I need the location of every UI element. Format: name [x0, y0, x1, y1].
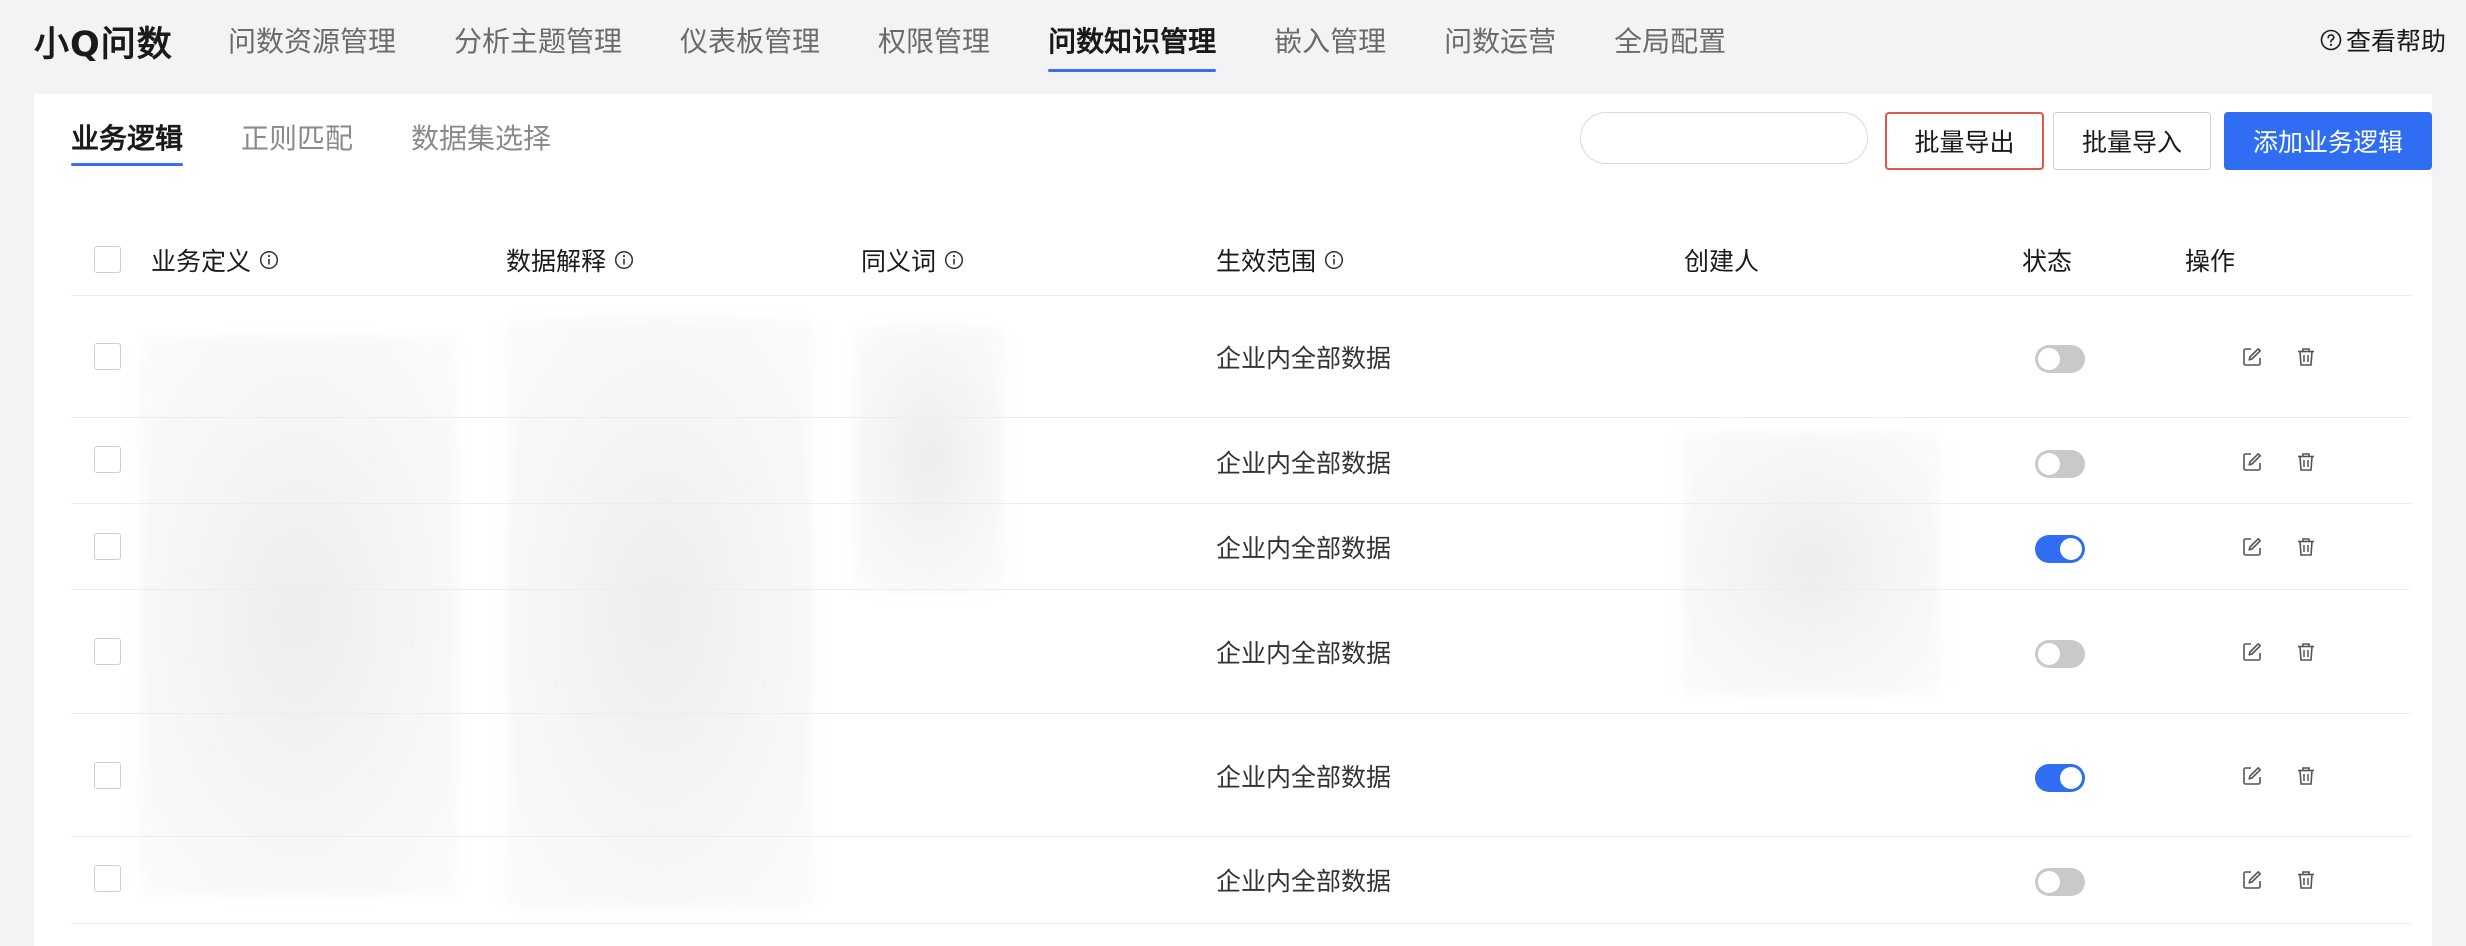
- app-logo-title: 小Q问数: [34, 25, 173, 65]
- info-icon[interactable]: [944, 250, 964, 270]
- column-label: 创建人: [1684, 247, 1760, 276]
- column-header-explanation: 数据解释: [506, 224, 634, 296]
- scope-cell: 企业内全部数据: [1216, 534, 1392, 563]
- scope-cell: 企业内全部数据: [1216, 867, 1392, 896]
- status-toggle[interactable]: [2035, 640, 2085, 668]
- business-logic-table: 业务定义 数据解释 同义词 生效范围 创建人 状态 操作 企业内全部数据 企业内…: [71, 224, 2411, 924]
- column-label: 状态: [2022, 247, 2073, 276]
- delete-icon[interactable]: [2293, 867, 2319, 893]
- top-navigation-bar: 小Q问数 问数资源管理 分析主题管理 仪表板管理 权限管理 问数知识管理 嵌入管…: [0, 0, 2466, 84]
- table-row: 企业内全部数据: [71, 837, 2411, 924]
- row-checkbox[interactable]: [94, 533, 121, 560]
- column-label: 操作: [2185, 247, 2236, 276]
- nav-item-dashboard[interactable]: 仪表板管理: [680, 0, 820, 84]
- table-row: 企业内全部数据: [71, 418, 2411, 504]
- tab-dataset-select[interactable]: 数据集选择: [411, 94, 551, 180]
- column-header-actions: 操作: [2185, 224, 2235, 296]
- delete-icon[interactable]: [2293, 639, 2319, 665]
- status-toggle[interactable]: [2035, 535, 2085, 563]
- table-row: 企业内全部数据: [71, 590, 2411, 714]
- column-label: 生效范围: [1216, 247, 1317, 276]
- info-icon[interactable]: [259, 250, 279, 270]
- table-row: 企业内全部数据: [71, 714, 2411, 837]
- status-toggle[interactable]: [2035, 764, 2085, 792]
- column-label: 数据解释: [506, 247, 607, 276]
- column-header-scope: 生效范围: [1216, 224, 1344, 296]
- delete-icon[interactable]: [2293, 763, 2319, 789]
- search-input[interactable]: [1609, 115, 1909, 161]
- status-toggle[interactable]: [2035, 868, 2085, 896]
- info-icon[interactable]: [614, 250, 634, 270]
- main-nav: 问数资源管理 分析主题管理 仪表板管理 权限管理 问数知识管理 嵌入管理 问数运…: [228, 0, 1784, 84]
- edit-icon[interactable]: [2239, 449, 2265, 475]
- edit-icon[interactable]: [2239, 867, 2265, 893]
- nav-item-permission[interactable]: 权限管理: [878, 0, 990, 84]
- column-header-definition: 业务定义: [151, 224, 279, 296]
- nav-item-global-config[interactable]: 全局配置: [1614, 0, 1726, 84]
- column-label: 同义词: [861, 247, 937, 276]
- delete-icon[interactable]: [2293, 449, 2319, 475]
- row-checkbox[interactable]: [94, 638, 121, 665]
- nav-item-knowledge[interactable]: 问数知识管理: [1048, 0, 1217, 84]
- edit-icon[interactable]: [2239, 763, 2265, 789]
- help-link[interactable]: 查看帮助: [2320, 22, 2446, 58]
- help-label: 查看帮助: [2345, 27, 2446, 56]
- scope-cell: 企业内全部数据: [1216, 763, 1392, 792]
- tab-regex-match[interactable]: 正则匹配: [241, 94, 353, 180]
- status-toggle[interactable]: [2035, 450, 2085, 478]
- delete-icon[interactable]: [2293, 344, 2319, 370]
- scope-cell: 企业内全部数据: [1216, 639, 1392, 668]
- sub-tabs: 业务逻辑 正则匹配 数据集选择: [71, 94, 609, 180]
- batch-import-button[interactable]: 批量导入: [2053, 112, 2211, 170]
- row-checkbox[interactable]: [94, 343, 121, 370]
- search-box[interactable]: [1580, 112, 1909, 164]
- select-all-checkbox[interactable]: [94, 246, 121, 273]
- status-toggle[interactable]: [2035, 345, 2085, 373]
- table-row: 企业内全部数据: [71, 296, 2411, 418]
- table-body: 企业内全部数据 企业内全部数据 企业内全部数据 企业内全部数据 企业内全部数据 …: [71, 296, 2411, 924]
- nav-item-resource[interactable]: 问数资源管理: [228, 0, 396, 84]
- delete-icon[interactable]: [2293, 534, 2319, 560]
- column-header-status: 状态: [2022, 224, 2072, 296]
- edit-icon[interactable]: [2239, 344, 2265, 370]
- scope-cell: 企业内全部数据: [1216, 344, 1392, 373]
- scope-cell: 企业内全部数据: [1216, 449, 1392, 478]
- column-header-synonyms: 同义词: [861, 224, 964, 296]
- info-icon[interactable]: [1324, 250, 1344, 270]
- table-row: 企业内全部数据: [71, 504, 2411, 590]
- row-checkbox[interactable]: [94, 762, 121, 789]
- edit-icon[interactable]: [2239, 639, 2265, 665]
- nav-item-topic[interactable]: 分析主题管理: [454, 0, 622, 84]
- row-checkbox[interactable]: [94, 446, 121, 473]
- nav-item-embed[interactable]: 嵌入管理: [1274, 0, 1386, 84]
- question-circle-icon: [2320, 29, 2342, 51]
- edit-icon[interactable]: [2239, 534, 2265, 560]
- tab-business-logic[interactable]: 业务逻辑: [71, 94, 184, 180]
- column-header-creator: 创建人: [1684, 224, 1759, 296]
- content-panel: 业务逻辑 正则匹配 数据集选择 批量导出 批量导入 添加业务逻辑 业务定义 数据…: [34, 94, 2432, 946]
- row-checkbox[interactable]: [94, 865, 121, 892]
- column-label: 业务定义: [151, 247, 252, 276]
- nav-item-operation[interactable]: 问数运营: [1444, 0, 1556, 84]
- add-business-logic-button[interactable]: 添加业务逻辑: [2224, 112, 2432, 170]
- batch-export-button[interactable]: 批量导出: [1885, 112, 2044, 170]
- table-header: 业务定义 数据解释 同义词 生效范围 创建人 状态 操作: [71, 224, 2411, 296]
